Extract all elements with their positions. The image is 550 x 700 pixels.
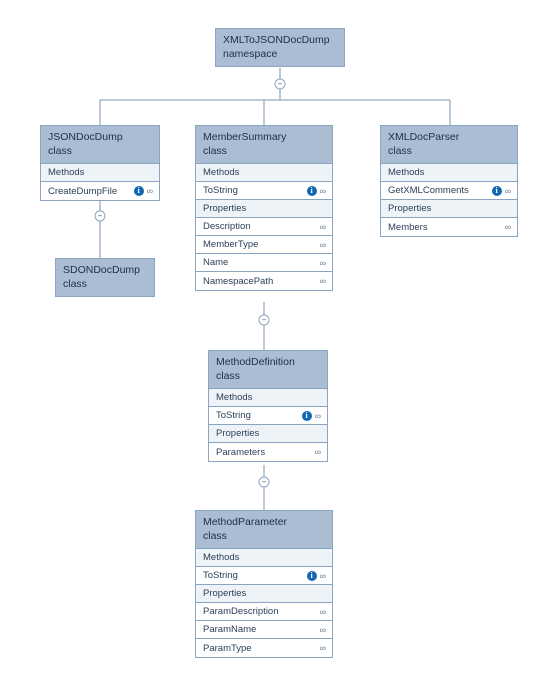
info-icon[interactable]: i bbox=[492, 186, 502, 196]
glasses-icon[interactable]: ∞ bbox=[320, 222, 325, 232]
info-icon[interactable]: i bbox=[134, 186, 144, 196]
property-name: MemberType bbox=[203, 239, 258, 250]
class-xmldocparser[interactable]: XMLDocParserclass Methods GetXMLComments… bbox=[380, 125, 518, 237]
section-methods: Methods bbox=[41, 164, 159, 182]
section-methods: Methods bbox=[196, 549, 332, 567]
glasses-icon[interactable]: ∞ bbox=[320, 571, 325, 581]
glasses-icon[interactable]: ∞ bbox=[320, 258, 325, 268]
glasses-icon[interactable]: ∞ bbox=[505, 186, 510, 196]
glasses-icon[interactable]: ∞ bbox=[320, 625, 325, 635]
glasses-icon[interactable]: ∞ bbox=[320, 643, 325, 653]
method-name: CreateDumpFile bbox=[48, 186, 117, 197]
method-row[interactable]: ToString i ∞ bbox=[196, 182, 332, 200]
class-title: XMLDocParserclass bbox=[381, 126, 517, 164]
info-icon[interactable]: i bbox=[307, 571, 317, 581]
glasses-icon[interactable]: ∞ bbox=[320, 276, 325, 286]
class-title: JSONDocDumpclass bbox=[41, 126, 159, 164]
property-name: ParamDescription bbox=[203, 606, 279, 617]
property-row[interactable]: NamespacePath ∞ bbox=[196, 272, 332, 290]
class-title: MethodDefinitionclass bbox=[209, 351, 327, 389]
property-name: Members bbox=[388, 222, 428, 233]
method-row[interactable]: CreateDumpFile i ∞ bbox=[41, 182, 159, 200]
class-title: MethodParameterclass bbox=[196, 511, 332, 549]
collapse-icon[interactable]: − bbox=[259, 315, 270, 326]
property-name: Parameters bbox=[216, 447, 265, 458]
section-properties: Properties bbox=[381, 200, 517, 218]
section-methods: Methods bbox=[196, 164, 332, 182]
class-jsondocdump[interactable]: JSONDocDumpclass Methods CreateDumpFile … bbox=[40, 125, 160, 201]
property-name: ParamName bbox=[203, 624, 256, 635]
collapse-icon[interactable]: − bbox=[95, 211, 106, 222]
namespace-title: XMLToJSONDocDumpnamespace bbox=[216, 29, 344, 66]
class-title: SDONDocDumpclass bbox=[56, 259, 154, 296]
glasses-icon[interactable]: ∞ bbox=[505, 222, 510, 232]
glasses-icon[interactable]: ∞ bbox=[315, 411, 320, 421]
property-name: Description bbox=[203, 221, 251, 232]
property-name: NamespacePath bbox=[203, 276, 273, 287]
property-row[interactable]: ParamType ∞ bbox=[196, 639, 332, 657]
method-name: ToString bbox=[216, 410, 251, 421]
class-methodparameter[interactable]: MethodParameterclass Methods ToString i … bbox=[195, 510, 333, 658]
section-properties: Properties bbox=[196, 585, 332, 603]
class-title: MemberSummaryclass bbox=[196, 126, 332, 164]
property-row[interactable]: Name ∞ bbox=[196, 254, 332, 272]
class-membersummary[interactable]: MemberSummaryclass Methods ToString i ∞ … bbox=[195, 125, 333, 291]
method-name: ToString bbox=[203, 570, 238, 581]
section-properties: Properties bbox=[196, 200, 332, 218]
class-sdondocdump[interactable]: SDONDocDumpclass bbox=[55, 258, 155, 297]
namespace-box[interactable]: XMLToJSONDocDumpnamespace bbox=[215, 28, 345, 67]
method-name: ToString bbox=[203, 185, 238, 196]
method-row[interactable]: ToString i ∞ bbox=[209, 407, 327, 425]
info-icon[interactable]: i bbox=[302, 411, 312, 421]
method-name: GetXMLComments bbox=[388, 185, 469, 196]
collapse-icon[interactable]: − bbox=[259, 477, 270, 488]
glasses-icon[interactable]: ∞ bbox=[147, 186, 152, 196]
property-name: ParamType bbox=[203, 643, 252, 654]
class-methoddefinition[interactable]: MethodDefinitionclass Methods ToString i… bbox=[208, 350, 328, 462]
collapse-icon[interactable]: − bbox=[275, 79, 286, 90]
property-row[interactable]: ParamName ∞ bbox=[196, 621, 332, 639]
section-methods: Methods bbox=[209, 389, 327, 407]
property-row[interactable]: Description ∞ bbox=[196, 218, 332, 236]
glasses-icon[interactable]: ∞ bbox=[320, 607, 325, 617]
section-methods: Methods bbox=[381, 164, 517, 182]
property-row[interactable]: ParamDescription ∞ bbox=[196, 603, 332, 621]
property-row[interactable]: MemberType ∞ bbox=[196, 236, 332, 254]
method-row[interactable]: ToString i ∞ bbox=[196, 567, 332, 585]
property-row[interactable]: Parameters ∞ bbox=[209, 443, 327, 461]
property-row[interactable]: Members ∞ bbox=[381, 218, 517, 236]
method-row[interactable]: GetXMLComments i ∞ bbox=[381, 182, 517, 200]
property-name: Name bbox=[203, 257, 228, 268]
info-icon[interactable]: i bbox=[307, 186, 317, 196]
glasses-icon[interactable]: ∞ bbox=[315, 447, 320, 457]
glasses-icon[interactable]: ∞ bbox=[320, 186, 325, 196]
section-properties: Properties bbox=[209, 425, 327, 443]
glasses-icon[interactable]: ∞ bbox=[320, 240, 325, 250]
